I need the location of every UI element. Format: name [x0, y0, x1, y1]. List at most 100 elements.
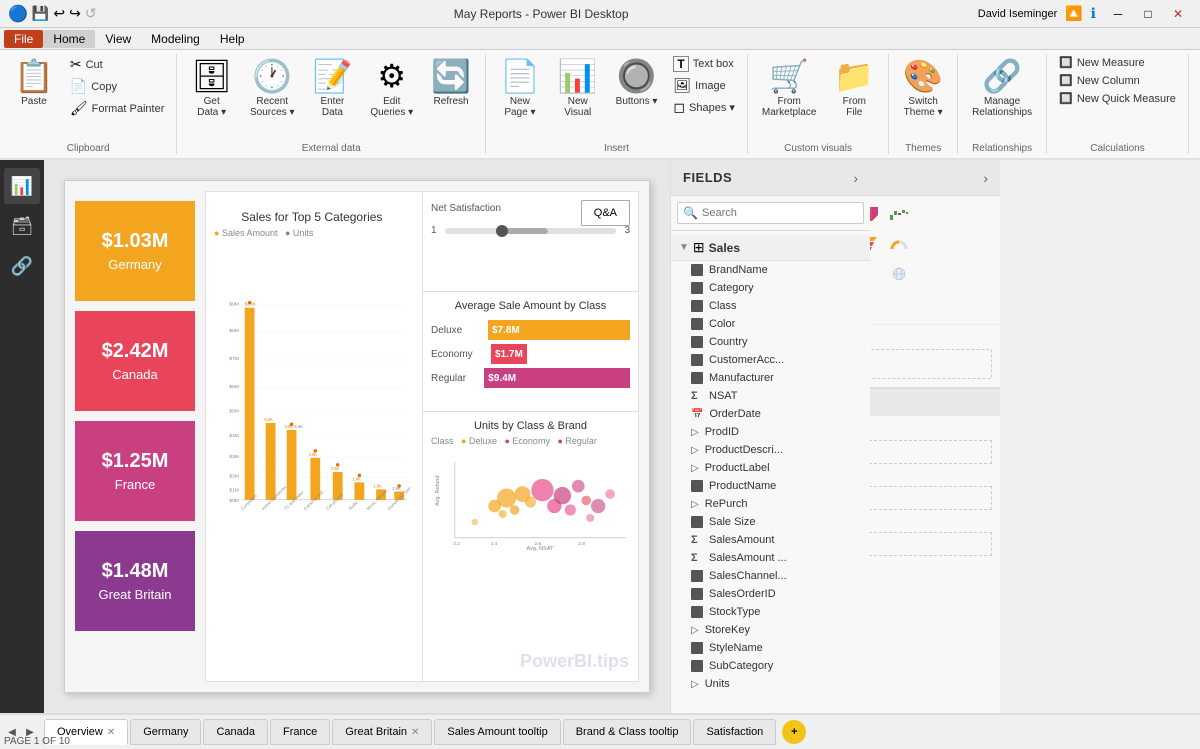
field-productdescri[interactable]: ▷ ProductDescri...	[671, 441, 870, 459]
text-box-button[interactable]: T Text box	[667, 54, 741, 74]
copy-button[interactable]: 📄 Copy	[64, 76, 171, 97]
menu-help[interactable]: Help	[210, 30, 255, 48]
field-orderdate[interactable]: 📅 OrderDate	[671, 405, 870, 423]
field-saleschannel[interactable]: SalesChannel...	[671, 567, 870, 585]
field-brandname[interactable]: BrandName	[671, 261, 870, 279]
relationships-view-button[interactable]: 🔗	[4, 248, 40, 284]
menu-view[interactable]: View	[95, 30, 141, 48]
field-productname[interactable]: ProductName	[671, 477, 870, 495]
field-salesize[interactable]: Sale Size	[671, 513, 870, 531]
viz-waterfall[interactable]	[885, 200, 913, 228]
tab-overview-close[interactable]: ✕	[107, 727, 115, 738]
maximize-button[interactable]: □	[1134, 3, 1162, 25]
recent-sources-button[interactable]: 🕐 RecentSources ▾	[242, 54, 302, 124]
menu-home[interactable]: Home	[43, 30, 95, 48]
publish-button[interactable]: ☁ Publish	[1195, 54, 1200, 113]
get-data-icon: 🗄	[191, 60, 232, 92]
field-storekey[interactable]: ▷ StoreKey	[671, 621, 870, 639]
subcategory-icon	[691, 660, 703, 672]
stylename-icon	[691, 642, 703, 654]
buttons-button[interactable]: 🔘 Buttons ▾	[608, 54, 666, 113]
manufacturer-icon	[691, 372, 703, 384]
cut-button[interactable]: ✂ Cut	[64, 54, 171, 75]
field-category[interactable]: Category	[671, 279, 870, 297]
menu-bar: File Home View Modeling Help	[0, 28, 1200, 50]
new-quick-measure-button[interactable]: 🔲 New Quick Measure	[1053, 90, 1182, 107]
field-country[interactable]: Country	[671, 333, 870, 351]
tab-germany[interactable]: Germany	[130, 719, 201, 745]
new-page-button[interactable]: 📄 NewPage ▾	[492, 54, 548, 124]
close-button[interactable]: ✕	[1164, 3, 1192, 25]
field-units[interactable]: ▷ Units	[671, 675, 870, 693]
sales-group-header[interactable]: ▼ ⊞ Sales	[671, 235, 870, 261]
add-tab-button[interactable]: +	[782, 720, 806, 744]
viz-panel-expand[interactable]: ›	[983, 170, 988, 186]
field-prodid[interactable]: ▷ ProdID	[671, 423, 870, 441]
new-quick-measure-icon: 🔲	[1059, 92, 1073, 105]
enter-data-button[interactable]: 📝 EnterData	[304, 54, 360, 124]
new-measure-button[interactable]: 🔲 New Measure	[1053, 54, 1182, 71]
relationships-label: Relationships	[964, 141, 1040, 154]
field-salesamount2[interactable]: Σ SalesAmount ...	[671, 549, 870, 567]
window-controls[interactable]: ─ □ ✕	[1104, 3, 1192, 25]
viz-gauge[interactable]	[885, 230, 913, 258]
field-repurch[interactable]: ▷ RePurch	[671, 495, 870, 513]
text-box-icon: T	[673, 56, 688, 72]
tab-sales-tooltip[interactable]: Sales Amount tooltip	[434, 719, 560, 745]
germany-card[interactable]: $1.03M Germany	[75, 201, 195, 301]
menu-file[interactable]: File	[4, 30, 43, 48]
brandname-icon	[691, 264, 703, 276]
france-card[interactable]: $1.25M France	[75, 421, 195, 521]
edit-queries-button[interactable]: ⚙ EditQueries ▾	[362, 54, 421, 124]
format-painter-button[interactable]: 🖌 Format Painter	[64, 98, 171, 119]
field-productlabel[interactable]: ▷ ProductLabel	[671, 459, 870, 477]
field-salesorderid[interactable]: SalesOrderID	[671, 585, 870, 603]
field-stylename[interactable]: StyleName	[671, 639, 870, 657]
color-icon	[691, 318, 703, 330]
shapes-button[interactable]: ◻ Shapes ▾	[667, 97, 741, 118]
qa-button[interactable]: Q&A	[581, 200, 630, 226]
deluxe-bar: Deluxe $7.8M	[431, 320, 630, 340]
manage-relationships-button[interactable]: 🔗 ManageRelationships	[964, 54, 1040, 124]
tab-france[interactable]: France	[270, 719, 330, 745]
canada-card[interactable]: $2.42M Canada	[75, 311, 195, 411]
tab-canada[interactable]: Canada	[203, 719, 268, 745]
field-customeracc[interactable]: CustomerAcc...	[671, 351, 870, 369]
switch-theme-button[interactable]: 🎨 SwitchTheme ▾	[895, 54, 951, 124]
from-file-button[interactable]: 📁 FromFile	[826, 54, 882, 124]
tab-gb-close[interactable]: ✕	[411, 727, 419, 738]
field-class[interactable]: Class	[671, 297, 870, 315]
avg-sale-chart-title: Average Sale Amount by Class	[431, 300, 630, 312]
refresh-button[interactable]: 🔄 Refresh	[423, 54, 479, 113]
viz-globe[interactable]	[885, 260, 913, 288]
field-manufacturer[interactable]: Manufacturer	[671, 369, 870, 387]
svg-text:$2M: $2M	[229, 473, 238, 479]
from-marketplace-button[interactable]: 🛒 FromMarketplace	[754, 54, 824, 124]
paste-button[interactable]: 📋 Paste	[6, 54, 62, 113]
field-subcategory[interactable]: SubCategory	[671, 657, 870, 675]
fields-search-input[interactable]	[677, 202, 864, 224]
tab-brand-tooltip[interactable]: Brand & Class tooltip	[563, 719, 692, 745]
paste-icon: 📋	[14, 60, 54, 92]
new-column-button[interactable]: 🔲 New Column	[1053, 72, 1182, 89]
field-salesamount[interactable]: Σ SalesAmount	[671, 531, 870, 549]
tab-great-britain[interactable]: Great Britain ✕	[332, 719, 432, 745]
sat-chart-title: Net Satisfaction	[431, 203, 501, 214]
image-button[interactable]: 🖼 Image	[667, 75, 741, 96]
field-stocktype[interactable]: StockType	[671, 603, 870, 621]
new-visual-button[interactable]: 📊 NewVisual	[550, 54, 606, 124]
minimize-button[interactable]: ─	[1104, 3, 1132, 25]
data-view-button[interactable]: 🗃	[4, 208, 40, 244]
field-nsat[interactable]: Σ NSAT	[671, 387, 870, 405]
get-data-button[interactable]: 🗄 GetData ▾	[183, 54, 240, 124]
fields-panel-expand[interactable]: ›	[853, 170, 858, 186]
tab-satisfaction[interactable]: Satisfaction	[693, 719, 776, 745]
image-icon: 🖼	[673, 77, 691, 94]
menu-modeling[interactable]: Modeling	[141, 30, 210, 48]
canada-value: $2.42M	[102, 340, 169, 363]
gb-card[interactable]: $1.48M Great Britain	[75, 531, 195, 631]
stocktype-icon	[691, 606, 703, 618]
field-color[interactable]: Color	[671, 315, 870, 333]
report-view-button[interactable]: 📊	[4, 168, 40, 204]
ribbon-group-themes: 🎨 SwitchTheme ▾ Themes	[889, 54, 958, 154]
